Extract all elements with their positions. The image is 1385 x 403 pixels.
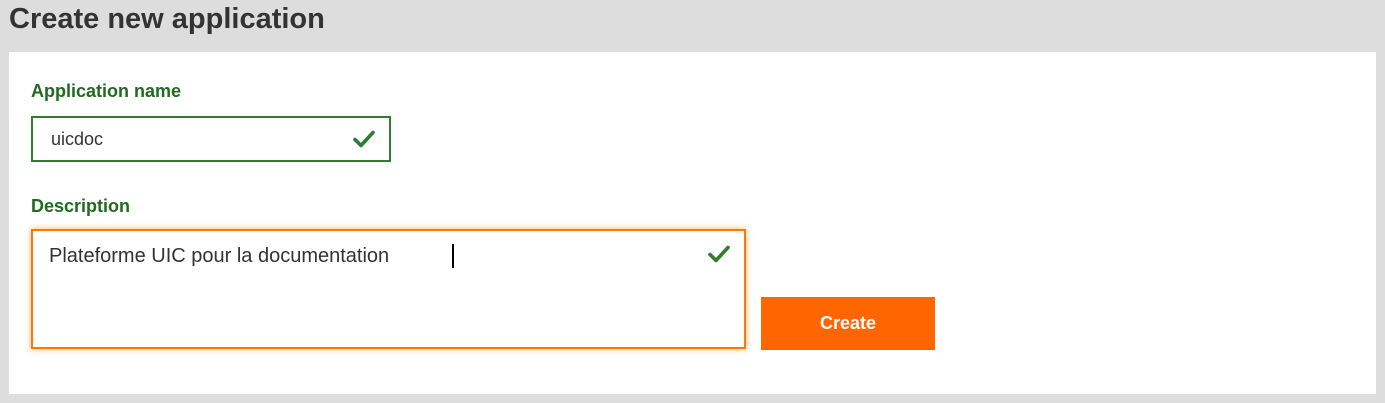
application-name-input[interactable] [33,118,343,160]
text-cursor [452,244,454,268]
check-icon [353,130,375,148]
application-name-label: Application name [31,81,182,101]
check-icon [708,245,730,263]
description-label: Description [31,196,131,216]
description-field-wrapper: Plateforme UIC pour la documentation [31,229,746,349]
create-button[interactable]: Create [761,297,935,350]
create-application-form: Application name Description Plateforme … [9,52,1376,394]
page-title: Create new application [9,3,325,35]
description-textarea[interactable]: Plateforme UIC pour la documentation [33,231,693,347]
application-name-field-wrapper [31,116,391,162]
